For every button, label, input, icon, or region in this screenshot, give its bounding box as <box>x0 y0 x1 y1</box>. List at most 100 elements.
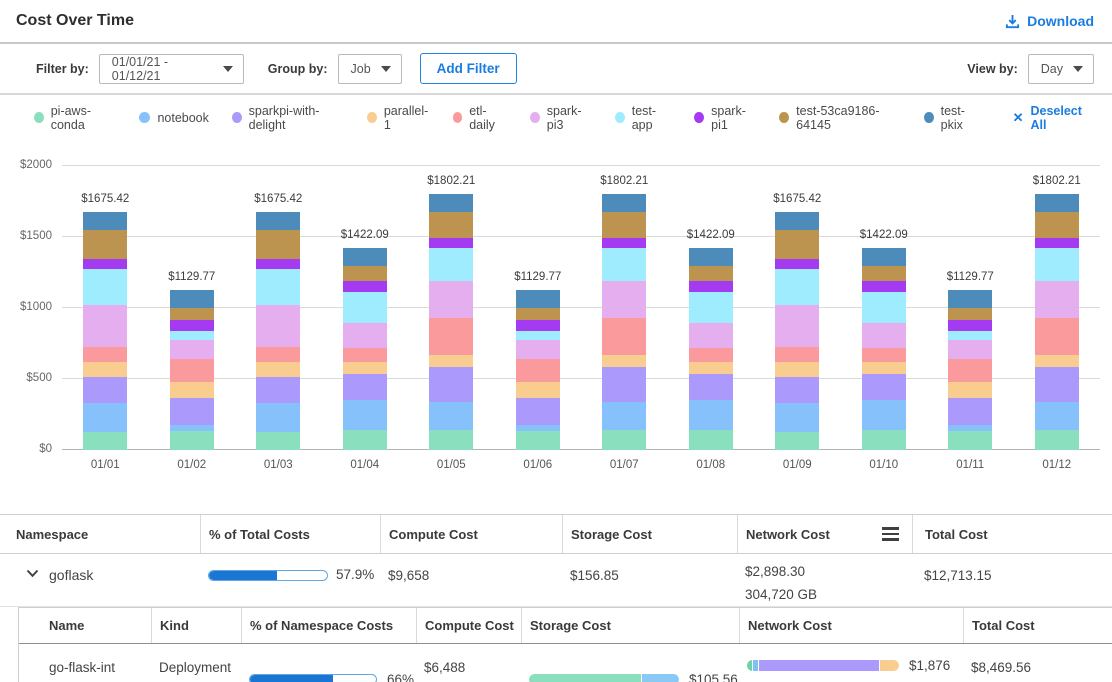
bar-segment-spark-pi1[interactable] <box>602 238 646 248</box>
bar-segment-notebook[interactable] <box>429 402 473 430</box>
bar-segment-spark-pi1[interactable] <box>775 259 819 269</box>
stacked-bar[interactable] <box>689 248 733 450</box>
bar-segment-test-app[interactable] <box>689 292 733 322</box>
bar-segment-test-53ca9186-64145[interactable] <box>516 308 560 321</box>
bar-segment-test-pkix[interactable] <box>429 194 473 212</box>
stacked-bar[interactable] <box>343 248 387 450</box>
bar-segment-spark-pi1[interactable] <box>83 259 127 269</box>
bar-segment-test-53ca9186-64145[interactable] <box>1035 212 1079 238</box>
bar-segment-etl-daily[interactable] <box>862 348 906 362</box>
bar-segment-parallel-1[interactable] <box>256 362 300 376</box>
bar-segment-notebook[interactable] <box>602 402 646 430</box>
bar-segment-spark-pi1[interactable] <box>948 320 992 331</box>
legend-item-sparkpi-with-delight[interactable]: sparkpi-with-delight <box>232 104 344 132</box>
bar-segment-test-pkix[interactable] <box>602 194 646 212</box>
stacked-bar[interactable] <box>1035 194 1079 450</box>
bar-segment-test-app[interactable] <box>1035 248 1079 281</box>
date-range-select[interactable]: 01/01/21 - 01/12/21 <box>99 54 244 84</box>
bar-segment-pi-aws-conda[interactable] <box>83 432 127 450</box>
bar-segment-parallel-1[interactable] <box>775 362 819 376</box>
col-compute[interactable]: Compute Cost <box>380 515 562 553</box>
bar-segment-test-pkix[interactable] <box>170 290 214 308</box>
bar-segment-test-53ca9186-64145[interactable] <box>775 230 819 259</box>
col-storage[interactable]: Storage Cost <box>521 608 739 643</box>
legend-item-test-pkix[interactable]: test-pkix <box>924 104 982 132</box>
bar-segment-test-pkix[interactable] <box>516 290 560 308</box>
col-namespace[interactable]: Namespace <box>0 515 200 553</box>
bar-segment-test-app[interactable] <box>429 248 473 281</box>
bar-segment-parallel-1[interactable] <box>170 382 214 398</box>
bar-segment-pi-aws-conda[interactable] <box>429 430 473 450</box>
bar-segment-etl-daily[interactable] <box>343 348 387 362</box>
bar-segment-parallel-1[interactable] <box>429 355 473 367</box>
bar-segment-sparkpi-with-delight[interactable] <box>602 367 646 402</box>
bar-segment-test-app[interactable] <box>775 269 819 305</box>
bar-segment-sparkpi-with-delight[interactable] <box>775 377 819 404</box>
bar-segment-notebook[interactable] <box>862 400 906 429</box>
bar-segment-test-53ca9186-64145[interactable] <box>343 266 387 281</box>
bar-segment-pi-aws-conda[interactable] <box>948 431 992 450</box>
bar-segment-test-53ca9186-64145[interactable] <box>602 212 646 238</box>
bar-segment-test-pkix[interactable] <box>83 212 127 230</box>
stacked-bar[interactable] <box>256 212 300 450</box>
col-total[interactable]: Total Cost <box>912 515 1112 553</box>
bar-segment-notebook[interactable] <box>256 403 300 432</box>
bar-segment-etl-daily[interactable] <box>689 348 733 362</box>
bar-segment-parallel-1[interactable] <box>948 382 992 398</box>
bar-segment-spark-pi3[interactable] <box>170 340 214 360</box>
stacked-bar[interactable] <box>862 248 906 450</box>
legend-item-test-app[interactable]: test-app <box>615 104 671 132</box>
bar-segment-notebook[interactable] <box>343 400 387 429</box>
bar-segment-pi-aws-conda[interactable] <box>516 431 560 450</box>
bar-segment-sparkpi-with-delight[interactable] <box>429 367 473 402</box>
bar-segment-notebook[interactable] <box>1035 402 1079 430</box>
bar-segment-spark-pi3[interactable] <box>83 305 127 346</box>
legend-item-spark-pi1[interactable]: spark-pi1 <box>694 104 756 132</box>
bar-segment-parallel-1[interactable] <box>516 382 560 398</box>
bar-segment-spark-pi3[interactable] <box>343 323 387 348</box>
stacked-bar[interactable] <box>516 290 560 450</box>
bar-segment-notebook[interactable] <box>689 400 733 429</box>
stacked-bar[interactable] <box>602 194 646 450</box>
legend-item-spark-pi3[interactable]: spark-pi3 <box>530 104 592 132</box>
bar-segment-spark-pi1[interactable] <box>343 281 387 293</box>
bar-segment-pi-aws-conda[interactable] <box>862 430 906 450</box>
bar-segment-spark-pi1[interactable] <box>170 320 214 331</box>
bar-segment-test-53ca9186-64145[interactable] <box>256 230 300 259</box>
bar-segment-spark-pi1[interactable] <box>1035 238 1079 248</box>
bar-segment-sparkpi-with-delight[interactable] <box>516 398 560 425</box>
bar-segment-pi-aws-conda[interactable] <box>1035 430 1079 450</box>
bar-segment-test-pkix[interactable] <box>862 248 906 266</box>
bar-segment-spark-pi3[interactable] <box>256 305 300 346</box>
bar-segment-spark-pi3[interactable] <box>948 340 992 360</box>
legend-item-parallel-1[interactable]: parallel-1 <box>367 104 429 132</box>
bar-segment-spark-pi3[interactable] <box>429 281 473 318</box>
bar-segment-etl-daily[interactable] <box>602 318 646 354</box>
bar-segment-spark-pi1[interactable] <box>862 281 906 293</box>
bar-segment-pi-aws-conda[interactable] <box>256 432 300 450</box>
bar-segment-test-pkix[interactable] <box>256 212 300 230</box>
bar-segment-sparkpi-with-delight[interactable] <box>862 374 906 401</box>
bar-segment-pi-aws-conda[interactable] <box>602 430 646 450</box>
col-compute[interactable]: Compute Cost <box>416 608 521 643</box>
column-settings-icon[interactable] <box>879 524 902 544</box>
bar-segment-test-pkix[interactable] <box>1035 194 1079 212</box>
bar-segment-test-app[interactable] <box>948 331 992 339</box>
stacked-bar[interactable] <box>948 290 992 450</box>
collapse-chevron-icon[interactable] <box>26 569 39 578</box>
bar-segment-spark-pi3[interactable] <box>862 323 906 348</box>
bar-segment-etl-daily[interactable] <box>83 347 127 363</box>
bar-segment-notebook[interactable] <box>775 403 819 432</box>
bar-segment-test-53ca9186-64145[interactable] <box>948 308 992 321</box>
bar-segment-test-53ca9186-64145[interactable] <box>862 266 906 281</box>
bar-segment-pi-aws-conda[interactable] <box>170 431 214 450</box>
bar-segment-sparkpi-with-delight[interactable] <box>343 374 387 401</box>
bar-segment-test-53ca9186-64145[interactable] <box>429 212 473 238</box>
group-by-select[interactable]: Job <box>338 54 402 84</box>
add-filter-button[interactable]: Add Filter <box>420 53 517 84</box>
legend-item-test-53ca9186-64145[interactable]: test-53ca9186-64145 <box>779 104 901 132</box>
bar-segment-test-app[interactable] <box>170 331 214 339</box>
col-kind[interactable]: Kind <box>151 608 241 643</box>
bar-segment-spark-pi3[interactable] <box>689 323 733 348</box>
bar-segment-spark-pi1[interactable] <box>429 238 473 248</box>
